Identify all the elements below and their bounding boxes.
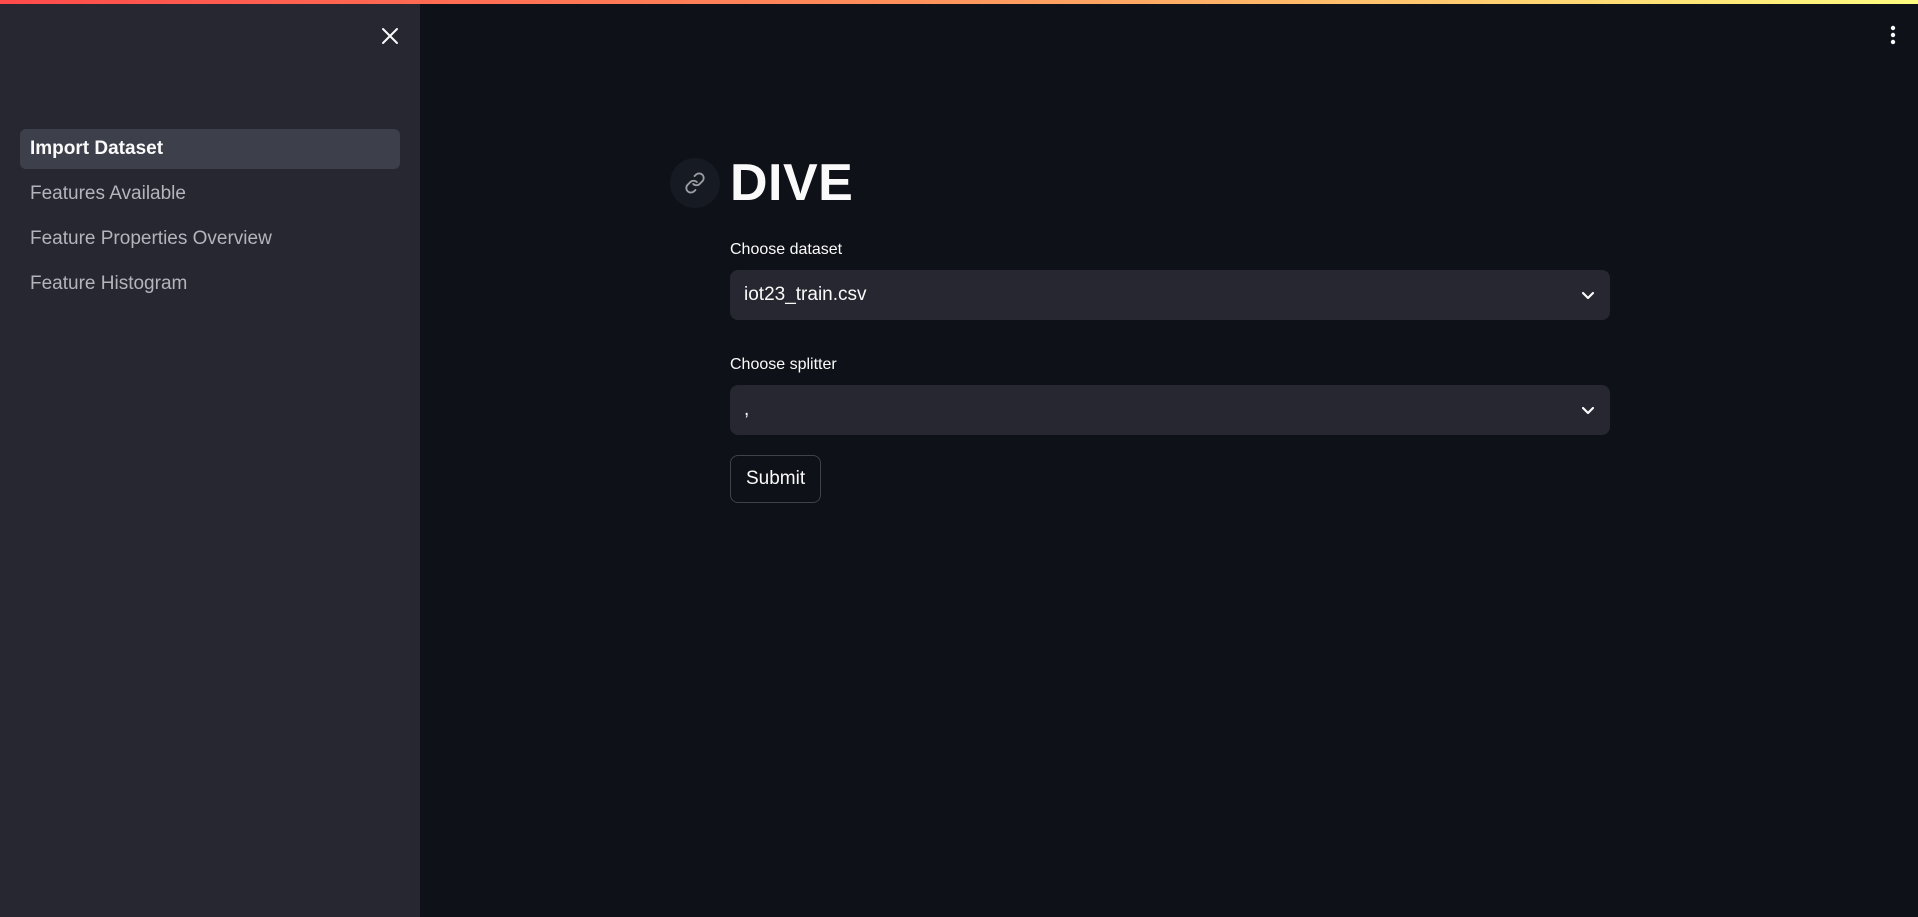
splitter-select[interactable]: , (730, 385, 1610, 435)
sidebar-item-label: Feature Histogram (30, 273, 188, 294)
close-icon (382, 28, 398, 44)
splitter-field: Choose splitter , (730, 355, 1610, 435)
dataset-select-value: iot23_train.csv (744, 284, 867, 305)
splitter-select-value: , (744, 399, 750, 420)
sidebar-item-label: Feature Properties Overview (30, 228, 272, 249)
sidebar-item-feature-histogram[interactable]: Feature Histogram (20, 264, 400, 304)
link-icon (685, 172, 705, 194)
top-accent-bar (0, 0, 1918, 4)
page-title: DIVE (730, 154, 854, 212)
dataset-field: Choose dataset iot23_train.csv (730, 240, 1610, 320)
close-sidebar-button[interactable] (378, 24, 402, 48)
kebab-menu-icon (1890, 25, 1896, 45)
dataset-label: Choose dataset (730, 241, 843, 258)
sidebar-item-label: Features Available (30, 183, 186, 204)
dataset-select[interactable]: iot23_train.csv (730, 270, 1610, 320)
sidebar: Import Dataset Features Available Featur… (0, 0, 420, 917)
sidebar-item-feature-properties-overview[interactable]: Feature Properties Overview (20, 219, 400, 259)
submit-button[interactable]: Submit (730, 455, 822, 503)
chevron-down-icon (1581, 291, 1595, 300)
splitter-label: Choose splitter (730, 356, 837, 373)
main-content: DIVE Choose dataset iot23_train.csv Choo… (670, 150, 1610, 503)
sidebar-item-import-dataset[interactable]: Import Dataset (20, 129, 400, 169)
title-anchor-link[interactable] (670, 158, 720, 208)
chevron-down-icon (1581, 406, 1595, 415)
sidebar-item-label: Import Dataset (30, 138, 164, 159)
main-menu-button[interactable] (1883, 22, 1903, 48)
sidebar-item-features-available[interactable]: Features Available (20, 174, 400, 214)
sidebar-nav: Import Dataset Features Available Featur… (20, 129, 400, 309)
title-row: DIVE (670, 150, 1610, 216)
